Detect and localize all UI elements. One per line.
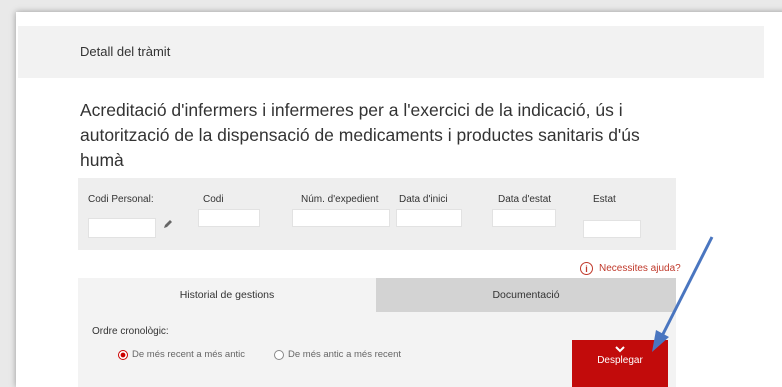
radio-unchecked-icon <box>274 349 284 360</box>
procedure-title: Acreditació d'infermers i infermeres per… <box>80 100 640 170</box>
code-field <box>198 209 260 227</box>
chevron-down-icon <box>615 346 625 353</box>
section-title: Detall del tràmit <box>80 44 171 59</box>
start-date-field <box>396 209 462 227</box>
radio-newest-first[interactable]: De més recent a més antic <box>118 349 245 360</box>
procedure-fields: Codi Personal: Codi Núm. d'expedient Dat… <box>78 178 676 250</box>
section-header: Detall del tràmit <box>18 26 764 78</box>
status-date-field <box>492 209 556 227</box>
status-field <box>583 220 641 238</box>
start-date-label: Data d'inici <box>399 194 448 205</box>
radio-oldest-first-label: De més antic a més recent <box>288 349 401 360</box>
code-label: Codi <box>203 194 224 205</box>
personal-code-input[interactable] <box>88 218 156 238</box>
radio-newest-first-label: De més recent a més antic <box>132 349 245 360</box>
personal-code-label: Codi Personal: <box>88 194 154 205</box>
file-number-field <box>292 209 390 227</box>
radio-oldest-first[interactable]: De més antic a més recent <box>274 349 401 360</box>
expand-button[interactable]: Desplegar <box>572 340 668 387</box>
info-icon: i <box>580 262 593 275</box>
help-link[interactable]: i Necessites ajuda? <box>580 262 681 275</box>
pencil-icon[interactable] <box>162 218 174 230</box>
status-label: Estat <box>593 194 616 205</box>
file-number-label: Núm. d'expedient <box>301 194 379 205</box>
status-date-label: Data d'estat <box>498 194 552 205</box>
tab-documentation[interactable]: Documentació <box>376 278 676 312</box>
help-label: Necessites ajuda? <box>599 263 681 274</box>
order-label: Ordre cronològic: <box>92 326 169 337</box>
tabs: Historial de gestions Documentació <box>78 278 676 312</box>
expand-button-label: Desplegar <box>597 355 643 366</box>
radio-checked-icon <box>118 349 128 360</box>
tab-history[interactable]: Historial de gestions <box>78 278 376 312</box>
